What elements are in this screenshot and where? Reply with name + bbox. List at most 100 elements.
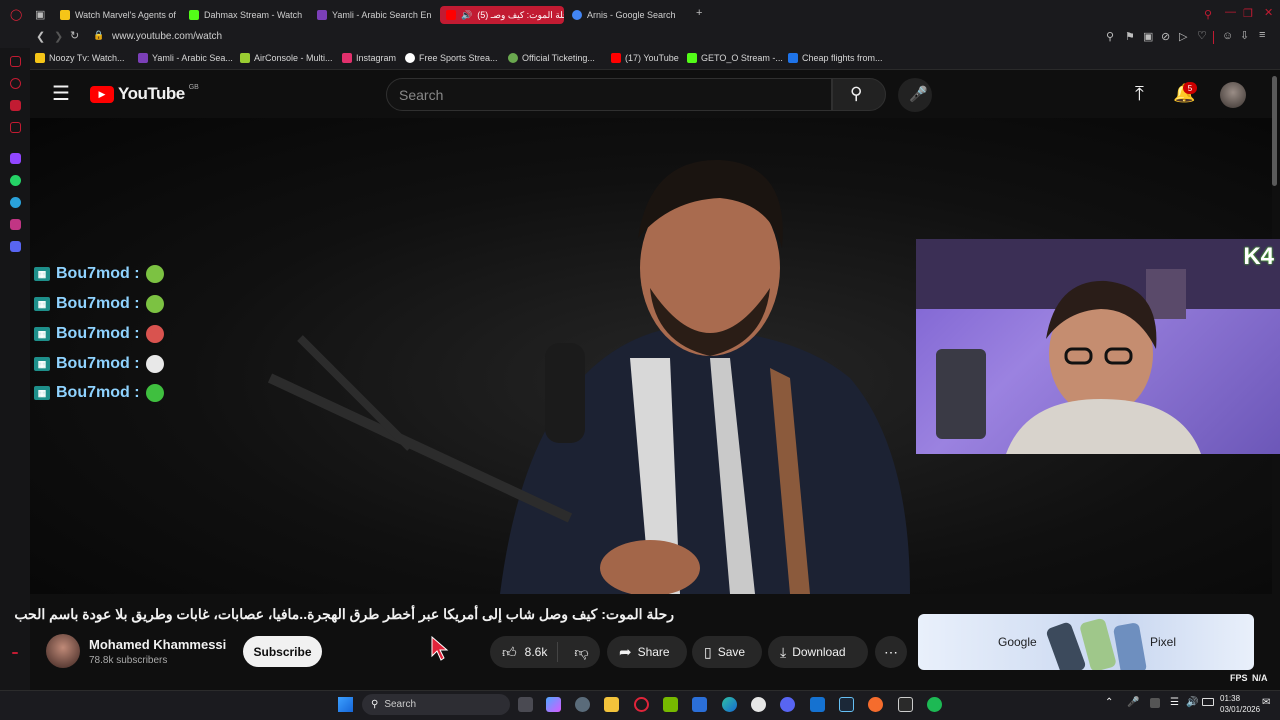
bookmark-airconsole[interactable]: AirConsole - Multi... [240, 53, 333, 63]
pin-icon[interactable]: ⚑ [1125, 30, 1135, 43]
nvidia-icon[interactable] [663, 697, 678, 712]
bookmark-youtube[interactable]: (17) YouTube [611, 53, 679, 63]
youtube-logo[interactable]: ▶ YouTube GB [90, 84, 199, 104]
tab-overview-icon[interactable]: ▣ [35, 8, 45, 21]
download-button[interactable]: ⤓ Download [768, 636, 868, 668]
windows-start-icon[interactable] [338, 697, 353, 712]
more-icon[interactable] [12, 652, 18, 654]
chat-username: Bou7mod : [56, 295, 140, 312]
download-icon[interactable]: ⇩ [1240, 29, 1249, 42]
settings-icon[interactable] [575, 697, 590, 712]
file-explorer-icon[interactable] [604, 697, 619, 712]
save-button[interactable]: ▯ Save [692, 636, 762, 668]
heart-icon[interactable]: ♡ [1197, 29, 1207, 42]
subscriber-badge-icon: ▦ [34, 267, 50, 281]
notification-center-icon[interactable]: ✉ [1262, 697, 1270, 708]
taskbar-search[interactable]: ⚲ Search [362, 694, 510, 715]
bookmark-free-sports[interactable]: Free Sports Strea... [405, 53, 498, 63]
ad-banner[interactable]: Google Pixel [918, 614, 1254, 670]
menu-icon[interactable]: ≡ [1259, 29, 1265, 41]
spotify-icon[interactable] [927, 697, 942, 712]
tray-overflow-icon[interactable]: ⌃ [1105, 697, 1113, 708]
tab-marvel[interactable]: Watch Marvel's Agents of [60, 6, 182, 24]
wifi-icon[interactable]: ☰ [1170, 697, 1179, 708]
emote-icon [145, 355, 164, 373]
fps-value: N/A [1252, 673, 1268, 683]
bookmark-yamli[interactable]: Yamli - Arabic Sea... [138, 53, 233, 63]
notifications-button[interactable]: 🔔 5 [1173, 82, 1197, 104]
tab-dahmax[interactable]: Dahmax Stream - Watch L [189, 6, 305, 24]
profile-icon[interactable]: ☺ [1222, 30, 1233, 42]
snapshot-icon[interactable]: ▣ [1143, 30, 1153, 43]
upload-icon[interactable]: ⤒ [1135, 83, 1144, 106]
bookmark-instagram[interactable]: Instagram [342, 53, 396, 63]
close-icon[interactable]: ✕ [1264, 6, 1273, 19]
origin-icon[interactable] [868, 697, 883, 712]
mail-icon[interactable] [10, 122, 21, 133]
bookmark-geto[interactable]: GETO_O Stream -... [687, 53, 783, 63]
dislike-button[interactable]: 👎︎ [564, 644, 598, 661]
page-scrollbar[interactable] [1272, 76, 1277, 186]
more-actions-button[interactable]: ⋯ [875, 636, 907, 668]
search-input[interactable]: Search [386, 78, 832, 111]
opera-gx-icon[interactable] [634, 697, 649, 712]
telegram-icon[interactable] [10, 197, 21, 208]
restore-icon[interactable]: ❐ [1243, 7, 1253, 20]
microphone-tray-icon[interactable]: 🎤 [1127, 697, 1139, 708]
opera-logo-icon[interactable]: ◯ [10, 8, 22, 21]
clock-date[interactable]: 03/01/2026 [1220, 705, 1260, 714]
messenger-icon[interactable] [10, 56, 21, 67]
bookmark-cheap-flights[interactable]: Cheap flights from... [788, 53, 883, 63]
tab-google[interactable]: Arnis - Google Search [572, 6, 682, 24]
instagram-icon[interactable] [10, 219, 21, 230]
new-tab-icon[interactable]: + [696, 7, 702, 19]
search-button[interactable]: ⚲ [832, 78, 886, 111]
back-icon[interactable]: ❮ [36, 30, 45, 43]
tab-youtube-active[interactable]: 🔊 رحلة الموت: كيف وصـ (5) [440, 6, 564, 24]
speaker-icon[interactable]: 🔊 [461, 10, 472, 21]
webcam-frame [916, 239, 1280, 454]
subscribe-button[interactable]: Subscribe [243, 636, 322, 667]
edge-icon[interactable] [722, 697, 737, 712]
channel-name[interactable]: Mohamed Khammessi [89, 637, 226, 652]
discord-icon[interactable] [780, 697, 795, 712]
bookmark-label: GETO_O Stream -... [701, 53, 783, 63]
battery-icon[interactable] [1202, 698, 1214, 706]
forward-icon[interactable]: ❯ [54, 30, 63, 43]
whatsapp-icon[interactable] [10, 175, 21, 186]
outlook-icon[interactable] [810, 697, 825, 712]
tab-yamli[interactable]: Yamli - Arabic Search Eng [317, 6, 431, 24]
ad-brand-pixel: Pixel [1150, 635, 1177, 649]
copilot-icon[interactable] [546, 697, 561, 712]
hamburger-menu-icon[interactable]: ☰ [52, 84, 70, 104]
steam-icon[interactable] [839, 697, 854, 712]
aria-icon[interactable] [10, 78, 21, 89]
task-view-icon[interactable] [518, 697, 533, 712]
bookmark-official-ticketing[interactable]: Official Ticketing... [508, 53, 595, 63]
discord-icon[interactable] [10, 241, 21, 252]
epic-games-icon[interactable] [898, 697, 913, 712]
bookmark-noozy[interactable]: Noozy Tv: Watch... [35, 53, 125, 63]
minimize-icon[interactable]: — [1225, 6, 1236, 18]
zoom-icon[interactable]: ⚲ [1106, 30, 1114, 43]
vpn-icon[interactable]: ▷ [1179, 30, 1187, 43]
url-field[interactable]: www.youtube.com/watch [112, 31, 222, 42]
share-button[interactable]: ➦ Share [607, 636, 687, 668]
voice-search-button[interactable]: 🎤 [898, 78, 932, 112]
store-icon[interactable] [692, 697, 707, 712]
chat-icon[interactable] [10, 100, 21, 111]
twitch-icon[interactable] [10, 153, 21, 164]
channel-avatar[interactable] [46, 634, 80, 668]
clock-time[interactable]: 01:38 [1220, 694, 1240, 703]
search-tabs-icon[interactable]: ⚲ [1204, 8, 1212, 21]
adblock-icon[interactable]: ⊘ [1161, 30, 1170, 43]
volume-icon[interactable]: 🔊 [1186, 697, 1198, 708]
github-icon[interactable] [751, 697, 766, 712]
like-button[interactable]: 👍︎ 8.6k [490, 642, 559, 662]
reload-icon[interactable]: ↻ [70, 29, 79, 42]
tray-app-icon[interactable] [1150, 698, 1160, 708]
bookmark-label: AirConsole - Multi... [254, 53, 333, 63]
chat-username: Bou7mod : [56, 355, 140, 372]
kick-icon [687, 53, 697, 63]
avatar[interactable] [1220, 82, 1246, 108]
